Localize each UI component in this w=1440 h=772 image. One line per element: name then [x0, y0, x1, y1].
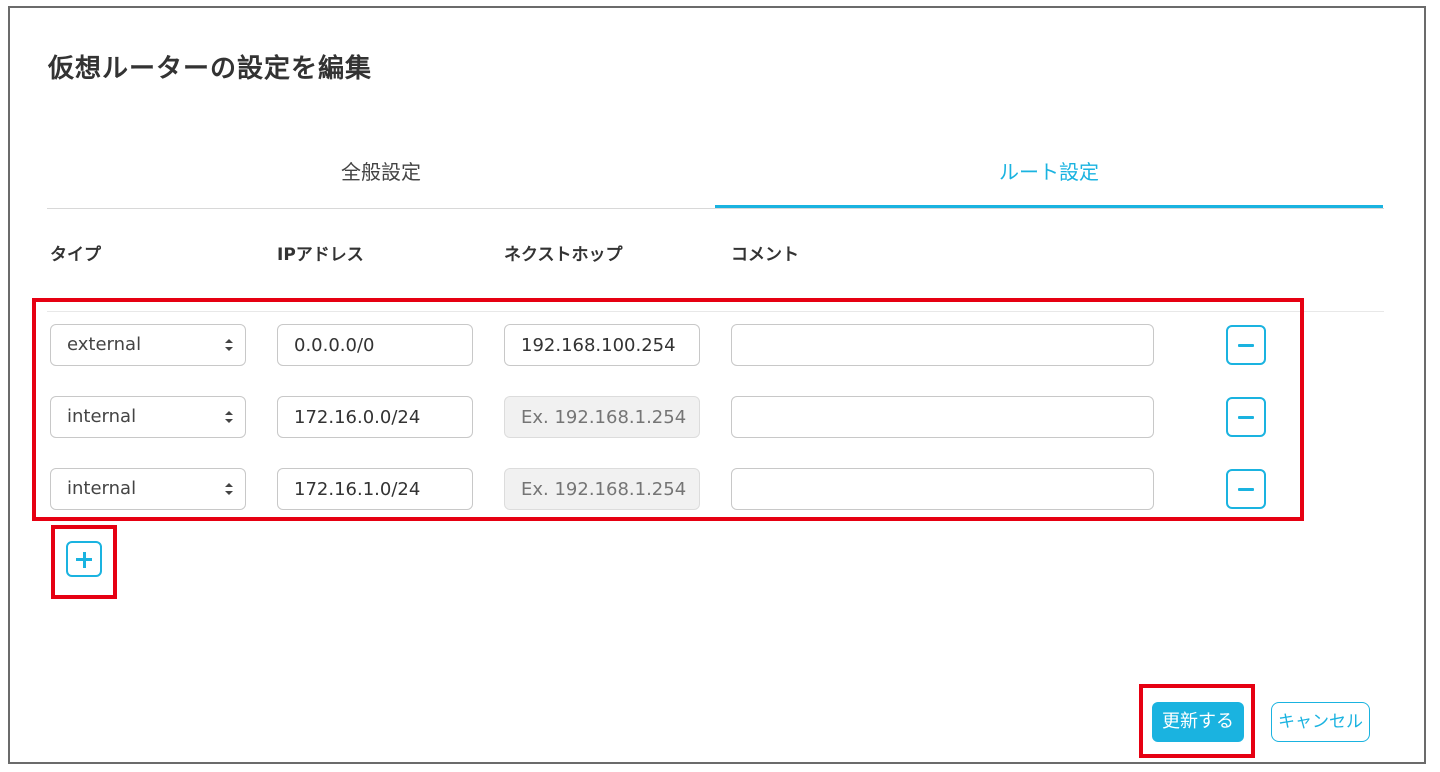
- ip-address-input[interactable]: [277, 396, 473, 438]
- ip-address-input[interactable]: [277, 324, 473, 366]
- comment-input[interactable]: [731, 324, 1154, 366]
- remove-row-button[interactable]: [1226, 325, 1266, 365]
- header-divider: [47, 311, 1384, 312]
- tab-bar: 全般設定 ルート設定: [47, 148, 1384, 209]
- cancel-button[interactable]: キャンセル: [1271, 702, 1370, 742]
- header-next-hop: ネクストホップ: [504, 245, 623, 265]
- type-select-value: external: [67, 334, 142, 355]
- dialog-title: 仮想ルーターの設定を編集: [48, 54, 373, 84]
- header-type: タイプ: [50, 245, 101, 265]
- comment-input[interactable]: [731, 396, 1154, 438]
- header-comment: コメント: [731, 245, 799, 265]
- sort-caret-icon: [225, 411, 233, 423]
- type-select[interactable]: internal: [50, 468, 246, 510]
- ip-address-input[interactable]: [277, 468, 473, 510]
- header-ip-address: IPアドレス: [277, 245, 364, 265]
- table-row: internal: [0, 468, 1440, 512]
- type-select-value: internal: [67, 478, 137, 499]
- type-select-value: internal: [67, 406, 137, 427]
- sort-caret-icon: [225, 339, 233, 351]
- next-hop-input: [504, 468, 700, 510]
- table-header: タイプ IPアドレス ネクストホップ コメント: [0, 240, 1440, 270]
- tab-route-settings[interactable]: ルート設定: [715, 148, 1383, 208]
- remove-row-button[interactable]: [1226, 469, 1266, 509]
- tab-general-settings[interactable]: 全般設定: [47, 148, 715, 206]
- update-button[interactable]: 更新する: [1152, 702, 1244, 742]
- table-row: internal: [0, 396, 1440, 440]
- comment-input[interactable]: [731, 468, 1154, 510]
- next-hop-input: [504, 396, 700, 438]
- next-hop-input[interactable]: [504, 324, 700, 366]
- table-row: external: [0, 324, 1440, 368]
- type-select[interactable]: external: [50, 324, 246, 366]
- sort-caret-icon: [225, 483, 233, 495]
- remove-row-button[interactable]: [1226, 397, 1266, 437]
- add-row-button[interactable]: [66, 541, 102, 577]
- dialog-frame: [8, 6, 1426, 764]
- type-select[interactable]: internal: [50, 396, 246, 438]
